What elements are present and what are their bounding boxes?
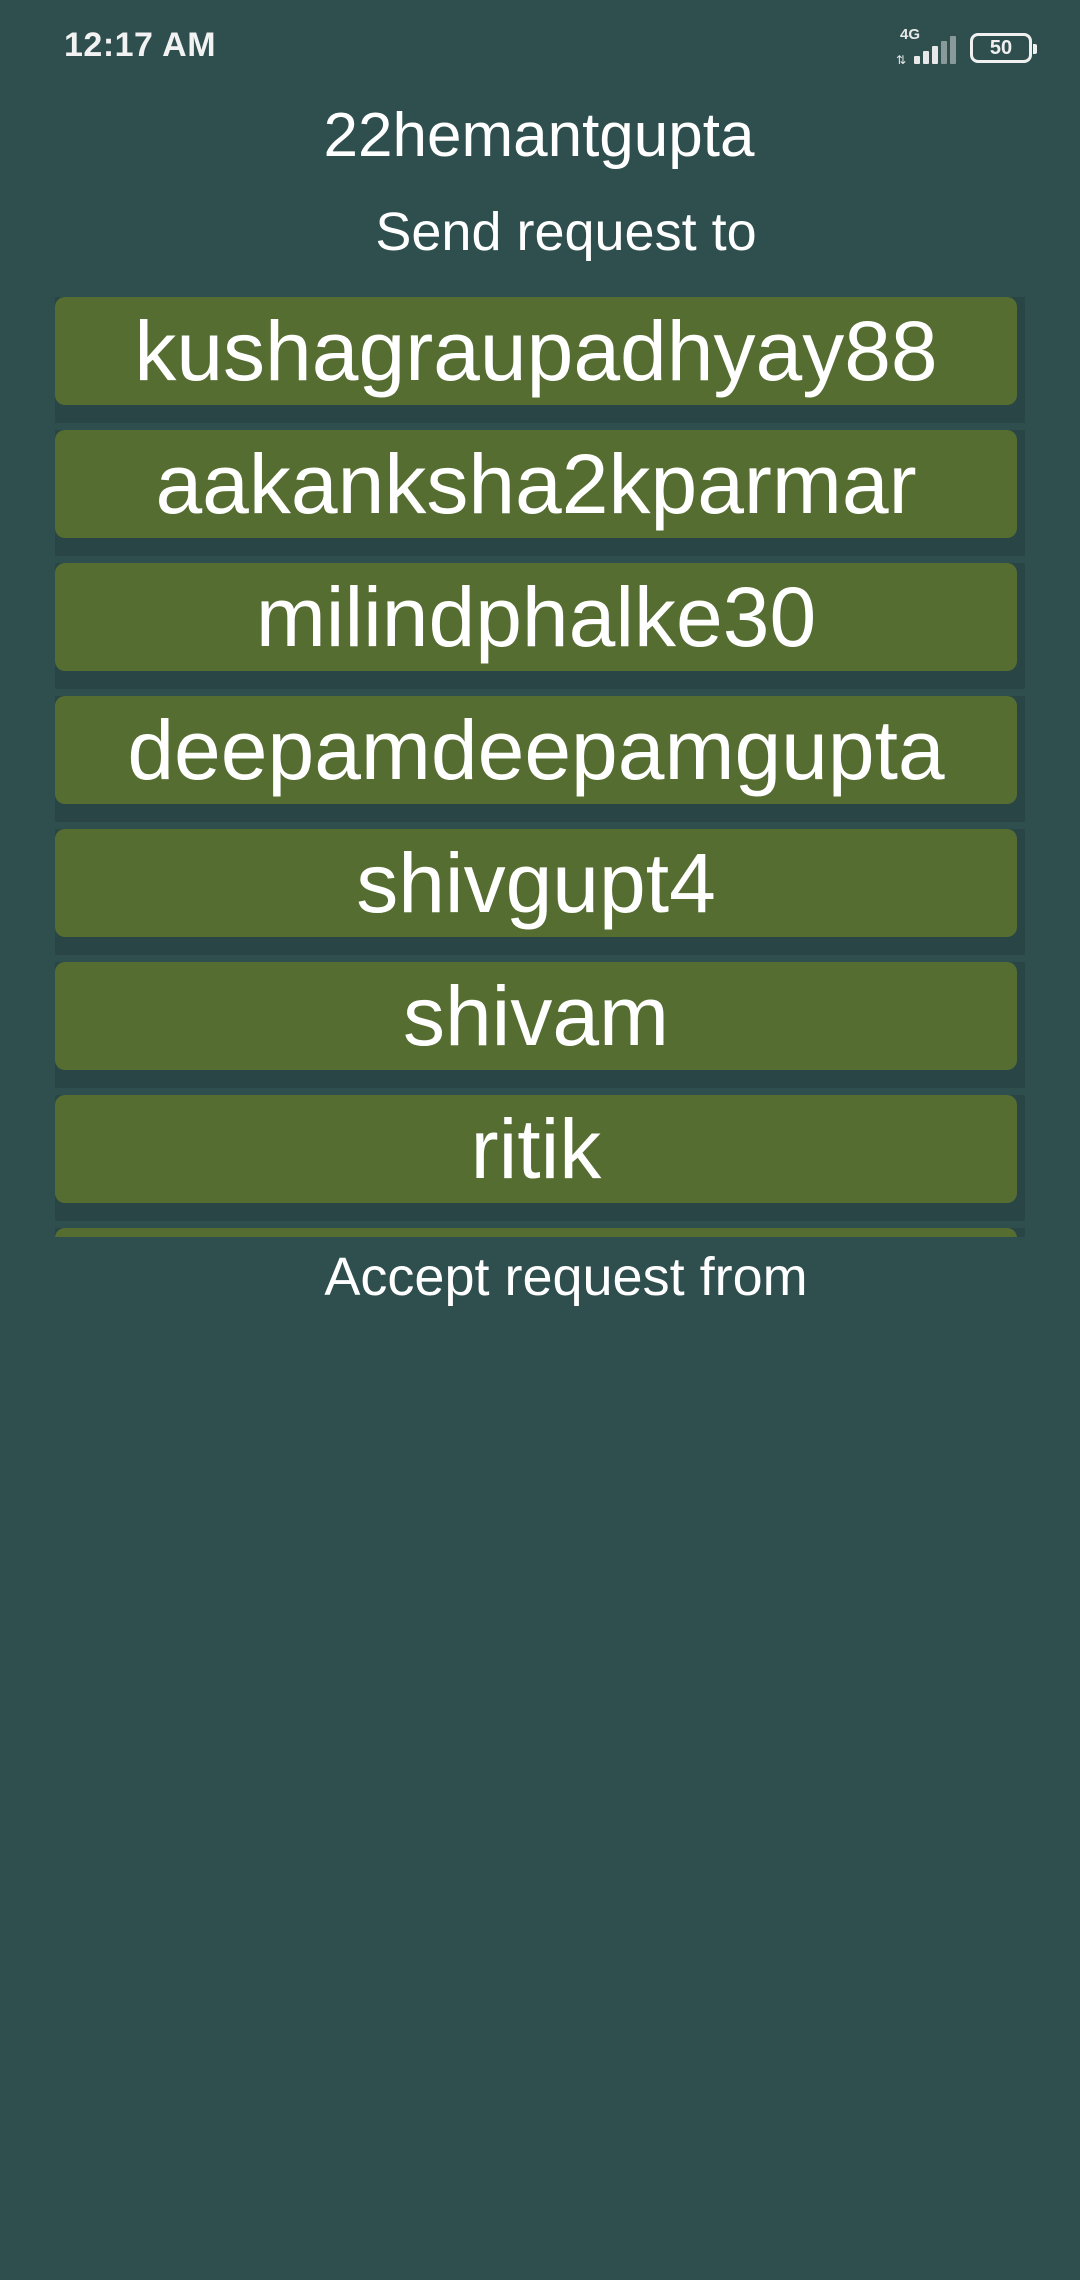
list-item: kushagraupadhyay88	[55, 297, 1025, 423]
list-item: aakanksha2kparmar	[55, 430, 1025, 556]
battery-icon: 50	[970, 33, 1037, 63]
send-request-list[interactable]: kushagraupadhyay88 aakanksha2kparmar mil…	[55, 297, 1025, 1237]
user-button[interactable]: milindphalke30	[55, 563, 1017, 671]
battery-level: 50	[989, 36, 1013, 59]
data-arrows-icon: ⇅	[896, 53, 907, 67]
user-button[interactable]: ritik	[55, 1095, 1017, 1203]
user-button[interactable]: deepamdeepamgupta	[55, 696, 1017, 804]
list-item-partial	[55, 1228, 1025, 1237]
user-button[interactable]: shivam	[55, 962, 1017, 1070]
current-username: 22hemantgupta	[323, 101, 755, 170]
accept-request-title: Accept request from	[324, 1247, 808, 1307]
send-request-title: Send request to	[375, 202, 757, 262]
user-button[interactable]: aakanksha2kparmar	[55, 430, 1017, 538]
status-icons: 4G ⇅ 50	[896, 26, 1037, 68]
list-item: shivgupt4	[55, 829, 1025, 955]
status-time: 12:17 AM	[64, 26, 217, 64]
list-item: milindphalke30	[55, 563, 1025, 689]
signal-strength-icon: 4G ⇅	[896, 26, 956, 67]
status-bar: 12:17 AM 4G ⇅ 50	[0, 0, 1080, 96]
user-button-partial[interactable]	[55, 1228, 1017, 1237]
signal-bars	[914, 36, 956, 64]
list-item: ritik	[55, 1095, 1025, 1221]
user-button[interactable]: shivgupt4	[55, 829, 1017, 937]
user-button[interactable]: kushagraupadhyay88	[55, 297, 1017, 405]
list-item: deepamdeepamgupta	[55, 696, 1025, 822]
list-item: shivam	[55, 962, 1025, 1088]
